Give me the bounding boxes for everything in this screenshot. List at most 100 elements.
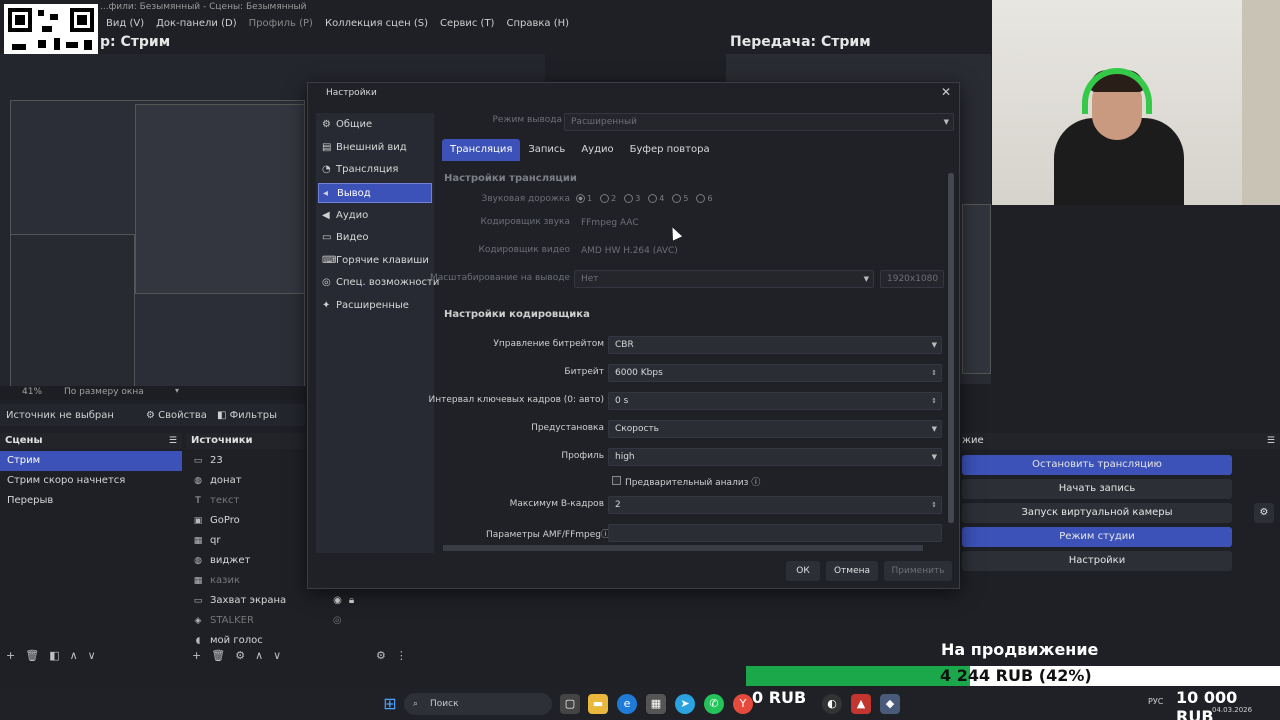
audio-track-radio[interactable]: 2 <box>600 194 616 203</box>
app-icon[interactable]: ◆ <box>880 694 900 714</box>
taskbar-search[interactable]: ⌕ Поиск <box>404 693 552 715</box>
radio-label: 4 <box>659 194 665 203</box>
menu-profile[interactable]: Профиль (P) <box>243 14 319 34</box>
settings-button[interactable]: Настройки <box>962 551 1232 571</box>
telegram-icon[interactable]: ➤ <box>675 694 695 714</box>
trash-icon[interactable]: 🗑︎ <box>25 649 39 662</box>
menu-scene-collection[interactable]: Коллекция сцен (S) <box>319 14 434 34</box>
cancel-button[interactable]: Отмена <box>826 561 878 581</box>
sidebar-item-stream[interactable]: ◔ Трансляция <box>318 160 432 180</box>
edge-icon[interactable]: e <box>617 694 637 714</box>
gear-icon[interactable]: ⚙ <box>235 649 245 662</box>
whatsapp-icon[interactable]: ✆ <box>704 694 724 714</box>
eye-off-icon[interactable]: ◎ <box>333 611 342 631</box>
sidebar-item-hotkeys[interactable]: ⌨ Горячие клавиши <box>318 251 432 271</box>
settings-hscrollbar[interactable] <box>443 545 923 551</box>
obs-icon[interactable]: ◐ <box>822 694 842 714</box>
audio-track-radio[interactable]: 4 <box>648 194 664 203</box>
add-icon[interactable]: + <box>6 649 15 662</box>
chevron-down-icon[interactable]: ▾ <box>175 386 179 395</box>
properties-label: Свойства <box>158 409 207 421</box>
virtual-camera-button[interactable]: Запуск виртуальной камеры <box>962 503 1232 523</box>
bitrate-control-select[interactable]: CBR ▼ <box>608 336 942 354</box>
audio-track-radio[interactable]: 5 <box>672 194 688 203</box>
sidebar-item-accessibility[interactable]: ◎ Спец. возможности <box>318 273 439 293</box>
sidebar-item-appearance[interactable]: ▤ Внешний вид <box>318 138 432 158</box>
spinner-icon[interactable]: ⇕ <box>931 497 937 513</box>
studio-mode-button[interactable]: Режим студии <box>962 527 1232 547</box>
help-icon[interactable]: ⓘ <box>748 478 760 488</box>
lock-icon[interactable]: 🔒︎ <box>349 591 354 611</box>
tab-recording[interactable]: Запись <box>520 139 573 161</box>
profile-select[interactable]: high ▼ <box>608 448 942 466</box>
preset-select[interactable]: Скорость ▼ <box>608 420 942 438</box>
profile-value: high <box>615 452 635 462</box>
menu-help[interactable]: Справка (H) <box>500 14 575 34</box>
keyframe-input[interactable]: 0 s ⇕ <box>608 392 942 410</box>
gear-icon[interactable]: ⚙ <box>1254 503 1274 523</box>
arrow-down-icon[interactable]: ∨ <box>273 649 281 662</box>
scrollbar-thumb[interactable] <box>948 173 954 523</box>
eye-icon[interactable]: ◉ <box>333 591 342 611</box>
lookahead-checkbox[interactable] <box>612 476 621 485</box>
yandex-icon[interactable]: Y <box>733 694 753 714</box>
scene-item[interactable]: Перерыв <box>0 491 182 511</box>
sidebar-item-audio[interactable]: ◀ Аудио <box>318 206 432 226</box>
zoom-value[interactable]: 41% <box>22 387 42 397</box>
audio-track-radio[interactable]: 3 <box>624 194 640 203</box>
sidebar-item-advanced[interactable]: ✦ Расширенные <box>318 296 432 316</box>
menu-icon[interactable]: ☰ <box>169 433 177 449</box>
tab-replay-buffer[interactable]: Буфер повтора <box>622 139 718 161</box>
output-mode-select[interactable]: Расширенный ▼ <box>564 113 954 131</box>
apply-button[interactable]: Применить <box>884 561 952 581</box>
tab-audio[interactable]: Аудио <box>573 139 621 161</box>
menu-tools[interactable]: Сервис (T) <box>434 14 500 34</box>
store-icon[interactable]: ▦ <box>646 694 666 714</box>
spinner-icon[interactable]: ⇕ <box>931 365 937 381</box>
start-recording-button[interactable]: Начать запись <box>962 479 1232 499</box>
arrow-up-icon[interactable]: ∧ <box>70 649 78 662</box>
spinner-icon[interactable]: ⇕ <box>931 393 937 409</box>
windows-start-icon[interactable]: ⊞ <box>380 694 400 714</box>
close-icon[interactable]: ✕ <box>939 85 953 99</box>
tab-stream[interactable]: Трансляция <box>442 139 521 161</box>
trash-icon[interactable]: 🗑︎ <box>211 649 225 662</box>
bframes-input[interactable]: 2 ⇕ <box>608 496 942 514</box>
zoom-mode[interactable]: По размеру окна <box>64 387 144 397</box>
radio-label: 1 <box>587 194 593 203</box>
radio-label: 5 <box>683 194 689 203</box>
language-indicator[interactable]: РУС <box>1148 697 1163 706</box>
audio-encoder-select[interactable]: FFmpeg AAC <box>574 214 944 232</box>
filters-button[interactable]: ◧ Фильтры <box>217 410 277 421</box>
amf-input[interactable] <box>608 524 942 542</box>
source-item[interactable]: ▭ Захват экрана ◉ 🔒︎ <box>186 591 356 611</box>
rescale-select[interactable]: Нет ▼ <box>574 270 874 288</box>
source-item[interactable]: ◈ STALKER ◎ <box>186 611 356 631</box>
sidebar-item-output[interactable]: ◂ Вывод <box>318 183 432 203</box>
more-icon[interactable]: ⋮ <box>396 649 407 662</box>
audio-track-radio[interactable]: 1 <box>576 194 592 203</box>
scene-item[interactable]: Стрим скоро начнется <box>0 471 182 491</box>
stop-stream-button[interactable]: Остановить трансляцию <box>962 455 1232 475</box>
arrow-up-icon[interactable]: ∧ <box>255 649 263 662</box>
audio-track-radio[interactable]: 6 <box>696 194 713 203</box>
settings-scrollbar[interactable] <box>948 173 954 523</box>
gear-icon[interactable]: ⚙ <box>376 649 386 662</box>
sidebar-item-video[interactable]: ▭ Видео <box>318 228 432 248</box>
app-icon[interactable]: ▲ <box>851 694 871 714</box>
add-icon[interactable]: + <box>192 649 201 662</box>
video-encoder-select[interactable]: AMD HW H.264 (AVC) <box>574 242 944 260</box>
rescale-resolution[interactable]: 1920x1080 <box>880 270 944 288</box>
task-view-icon[interactable]: ▢ <box>560 694 580 714</box>
bitrate-input[interactable]: 6000 Kbps ⇕ <box>608 364 942 382</box>
sidebar-item-general[interactable]: ⚙ Общие <box>318 115 432 135</box>
properties-button[interactable]: ⚙ Свойства <box>146 410 207 421</box>
menu-view[interactable]: Вид (V) <box>100 14 150 34</box>
filter-icon[interactable]: ◧ <box>49 649 59 662</box>
folder-icon[interactable]: ▬ <box>588 694 608 714</box>
menu-icon[interactable]: ☰ <box>1267 433 1275 449</box>
arrow-down-icon[interactable]: ∨ <box>88 649 96 662</box>
ok-button[interactable]: ОК <box>786 561 820 581</box>
menu-docks[interactable]: Док-панели (D) <box>150 14 243 34</box>
scene-item[interactable]: Стрим <box>0 451 182 471</box>
